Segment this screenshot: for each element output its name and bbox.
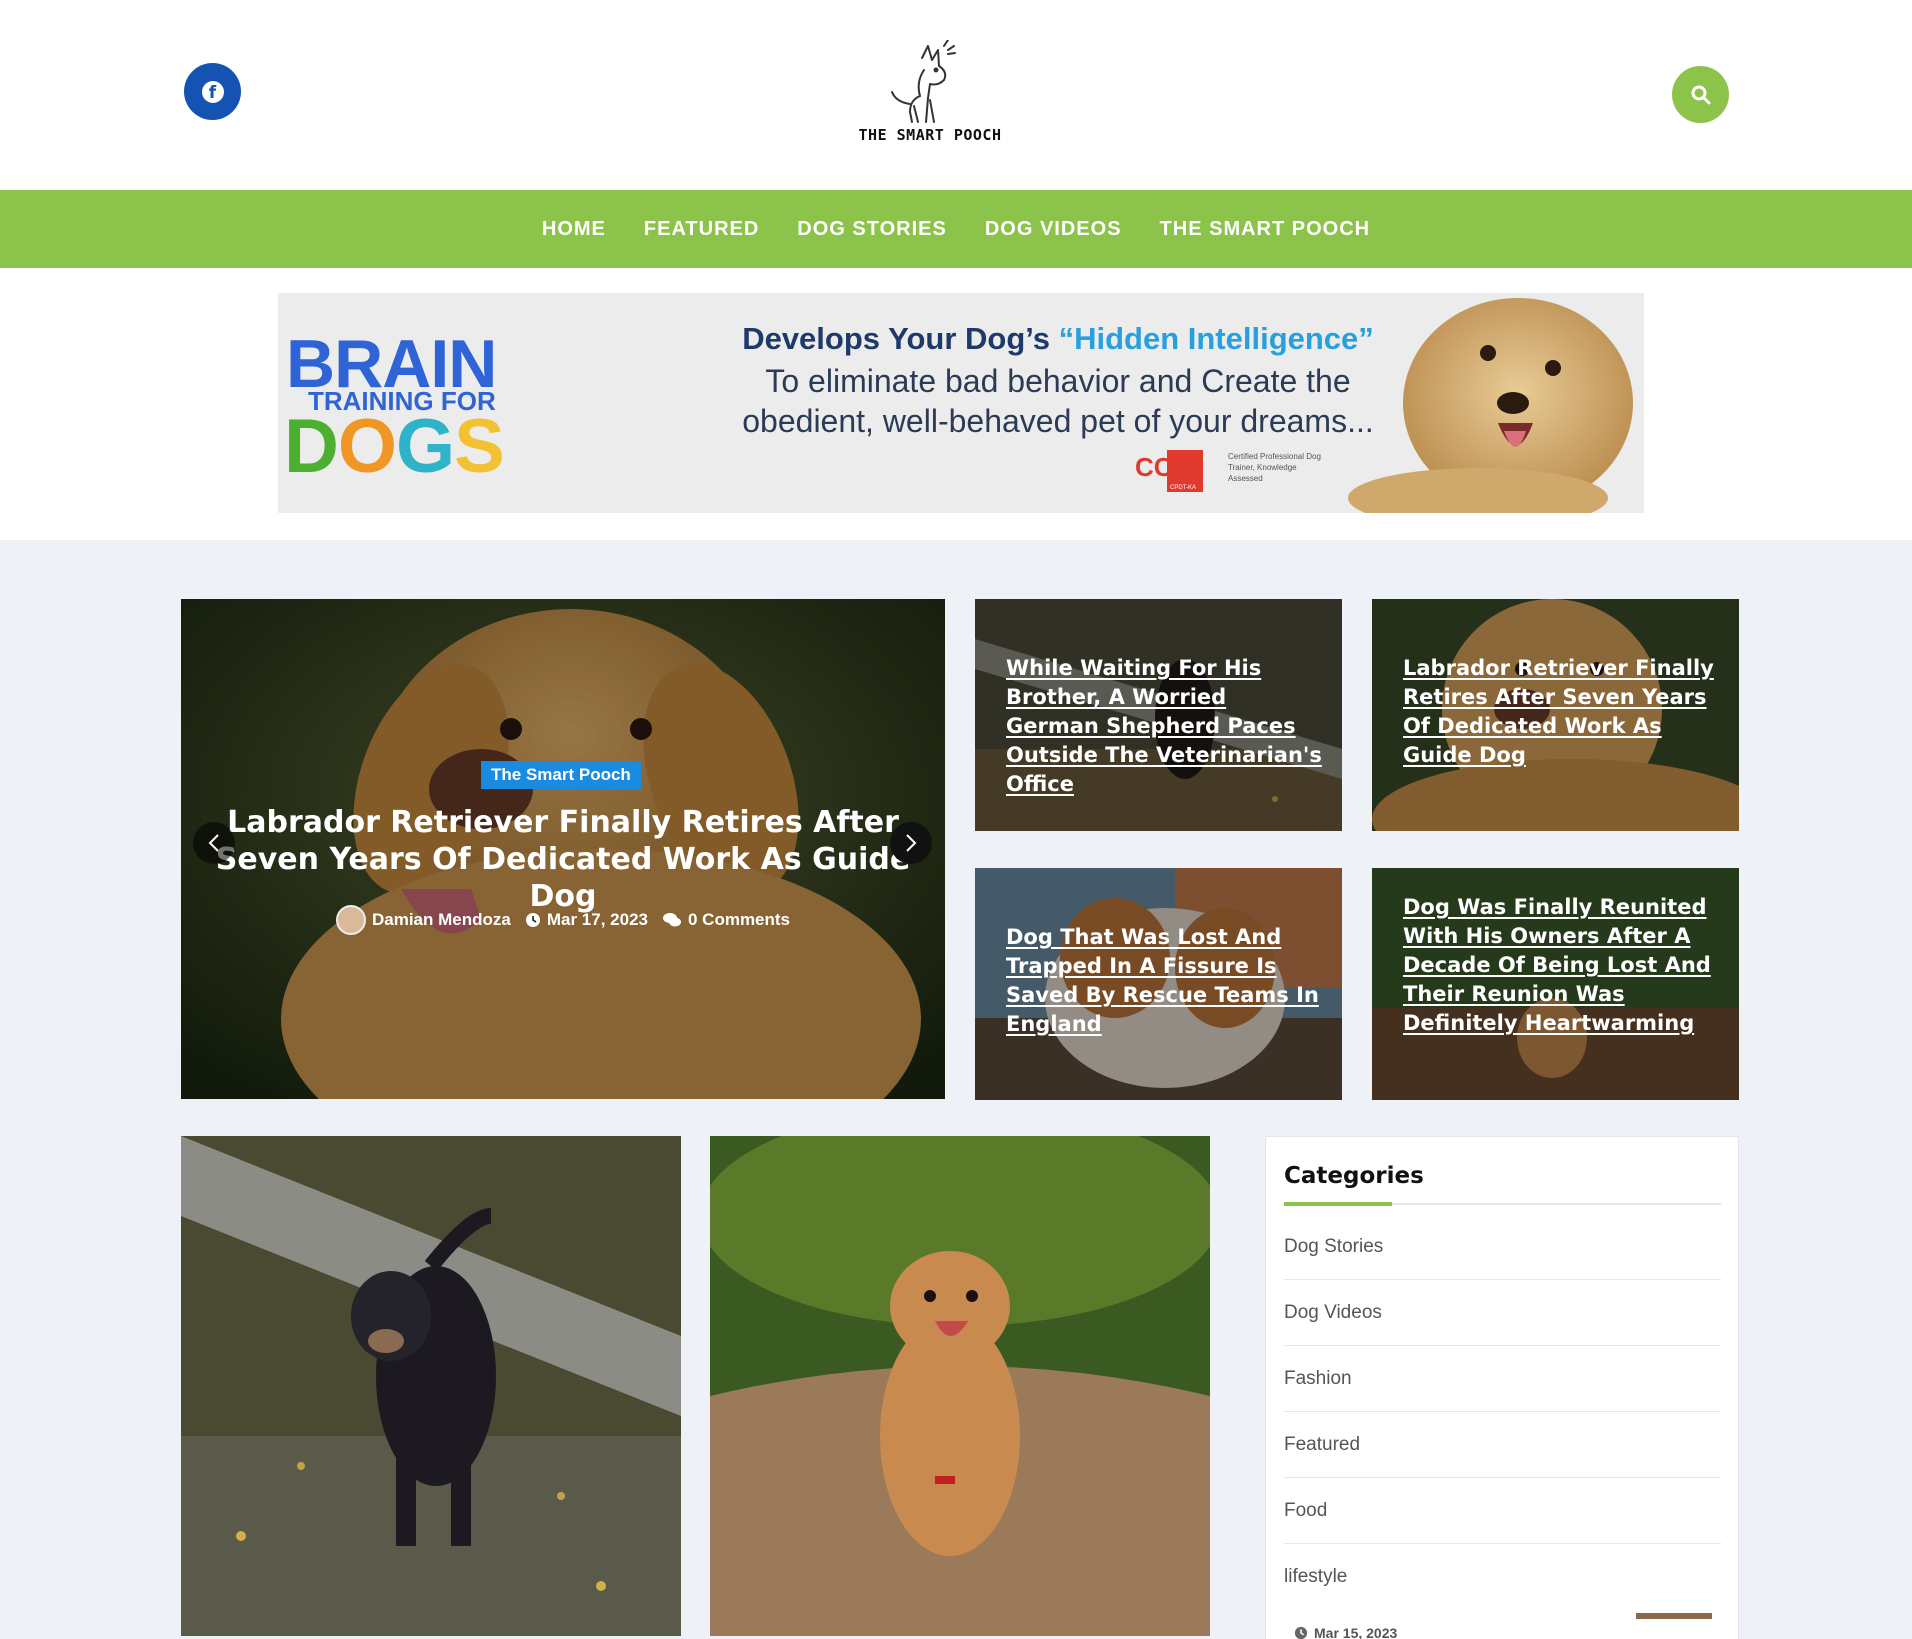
ad-dogs-letter: S	[454, 404, 505, 489]
slider-next-button[interactable]	[890, 822, 932, 864]
tile-title[interactable]: Dog Was Finally Reunited With His Owners…	[1403, 893, 1723, 1038]
ad-brand-dogs: DOGS	[284, 403, 505, 490]
partial-date-text: Mar 15, 2023	[1314, 1625, 1398, 1639]
author-meta[interactable]: Damian Mendoza	[335, 905, 511, 935]
search-icon	[1691, 85, 1710, 104]
search-button[interactable]	[1672, 66, 1729, 123]
chevron-left-icon	[208, 834, 219, 852]
ad-subtext-line: To eliminate bad behavior and Create the	[765, 363, 1351, 399]
facebook-icon: f	[201, 80, 224, 103]
category-link[interactable]: Dog Stories	[1284, 1214, 1721, 1280]
comments-icon	[662, 913, 681, 927]
nav-dog-stories[interactable]: DOG STORIES	[797, 218, 947, 241]
category-link[interactable]: Food	[1284, 1478, 1721, 1544]
ccpdt-logo-icon: CCPDT CPDT-KA	[1135, 450, 1203, 492]
date-meta: Mar 17, 2023	[525, 910, 648, 930]
partial-post-date: Mar 15, 2023	[1294, 1625, 1397, 1639]
post-date: Mar 17, 2023	[546, 910, 648, 929]
ad-dogs-letter: D	[284, 404, 339, 489]
ad-headline-highlight: “Hidden Intelligence”	[1058, 321, 1374, 356]
dog-logo-icon	[891, 39, 956, 123]
category-badge[interactable]: The Smart Pooch	[481, 761, 641, 789]
comments-meta[interactable]: 0 Comments	[662, 910, 790, 930]
facebook-button[interactable]: f	[184, 63, 241, 120]
comments-count: 0 Comments	[687, 910, 791, 929]
category-link[interactable]: Featured	[1284, 1412, 1721, 1478]
ad-cert-small: CPDT-KA	[1170, 485, 1196, 491]
featured-tile[interactable]: Labrador Retriever Finally Retires After…	[1372, 599, 1739, 831]
site-header: f THE SMART POOCH	[0, 0, 1912, 190]
nav-dog-videos[interactable]: DOG VIDEOS	[985, 218, 1122, 241]
featured-slider[interactable]: The Smart Pooch Labrador Retriever Final…	[181, 599, 945, 1099]
category-link[interactable]: lifestyle	[1284, 1544, 1721, 1610]
tile-title[interactable]: Dog That Was Lost And Trapped In A Fissu…	[1006, 923, 1326, 1039]
featured-tile[interactable]: While Waiting For His Brother, A Worried…	[975, 599, 1342, 831]
widget-accent	[1284, 1202, 1392, 1206]
widget-title: Categories	[1284, 1163, 1424, 1189]
ad-banner[interactable]: BRAIN TRAINING FOR DOGS Develops Your Do…	[278, 293, 1644, 513]
featured-tile[interactable]: Dog That Was Lost And Trapped In A Fissu…	[975, 868, 1342, 1100]
avatar	[335, 905, 366, 935]
ad-subtext-line: obedient, well-behaved pet of your dream…	[742, 403, 1374, 439]
ad-subtext: To eliminate bad behavior and Create the…	[698, 361, 1418, 441]
yorkie-image	[710, 1136, 1210, 1636]
nav-the-smart-pooch[interactable]: THE SMART POOCH	[1160, 218, 1371, 241]
ad-headline-prefix: Develops Your Dog’s	[742, 321, 1059, 356]
clock-icon	[525, 913, 540, 927]
author-name: Damian Mendoza	[371, 910, 511, 929]
site-logo[interactable]: THE SMART POOCH	[840, 39, 1020, 152]
black-dog-image	[181, 1136, 681, 1636]
ad-dogs-letter: O	[337, 404, 397, 489]
partial-thumbnail[interactable]	[1636, 1613, 1712, 1619]
category-link[interactable]: Fashion	[1284, 1346, 1721, 1412]
tile-title[interactable]: While Waiting For His Brother, A Worried…	[1006, 654, 1326, 799]
categories-widget: Categories Dog Stories Dog Videos Fashio…	[1265, 1136, 1739, 1639]
slider-meta: Damian Mendoza Mar 17, 2023 0 Comments	[181, 905, 945, 935]
main-nav: HOME FEATURED DOG STORIES DOG VIDEOS THE…	[0, 190, 1912, 268]
nav-featured[interactable]: FEATURED	[644, 218, 759, 241]
ad-cert-logo: CCPDT	[1135, 452, 1203, 482]
ad-dogs-letter: G	[396, 404, 455, 489]
category-link[interactable]: Dog Videos	[1284, 1280, 1721, 1346]
ad-cert-text: Certified Professional Dog Trainer, Know…	[1228, 452, 1321, 483]
slider-prev-button[interactable]	[193, 822, 235, 864]
logo-text: THE SMART POOCH	[858, 126, 1002, 144]
slider-title-text: Labrador Retriever Finally Retires After…	[215, 805, 911, 914]
featured-tile[interactable]: Dog Was Finally Reunited With His Owners…	[1372, 868, 1739, 1100]
clock-icon	[1294, 1626, 1308, 1639]
chevron-right-icon	[906, 834, 917, 852]
slider-title[interactable]: Labrador Retriever Finally Retires After…	[211, 804, 915, 915]
ad-headline: Develops Your Dog’s “Hidden Intelligence…	[698, 321, 1418, 357]
nav-home[interactable]: HOME	[542, 218, 606, 241]
post-thumbnail[interactable]	[710, 1136, 1210, 1636]
post-thumbnail[interactable]	[181, 1136, 681, 1636]
puppy-image	[1348, 298, 1633, 513]
tile-title[interactable]: Labrador Retriever Finally Retires After…	[1403, 654, 1723, 770]
